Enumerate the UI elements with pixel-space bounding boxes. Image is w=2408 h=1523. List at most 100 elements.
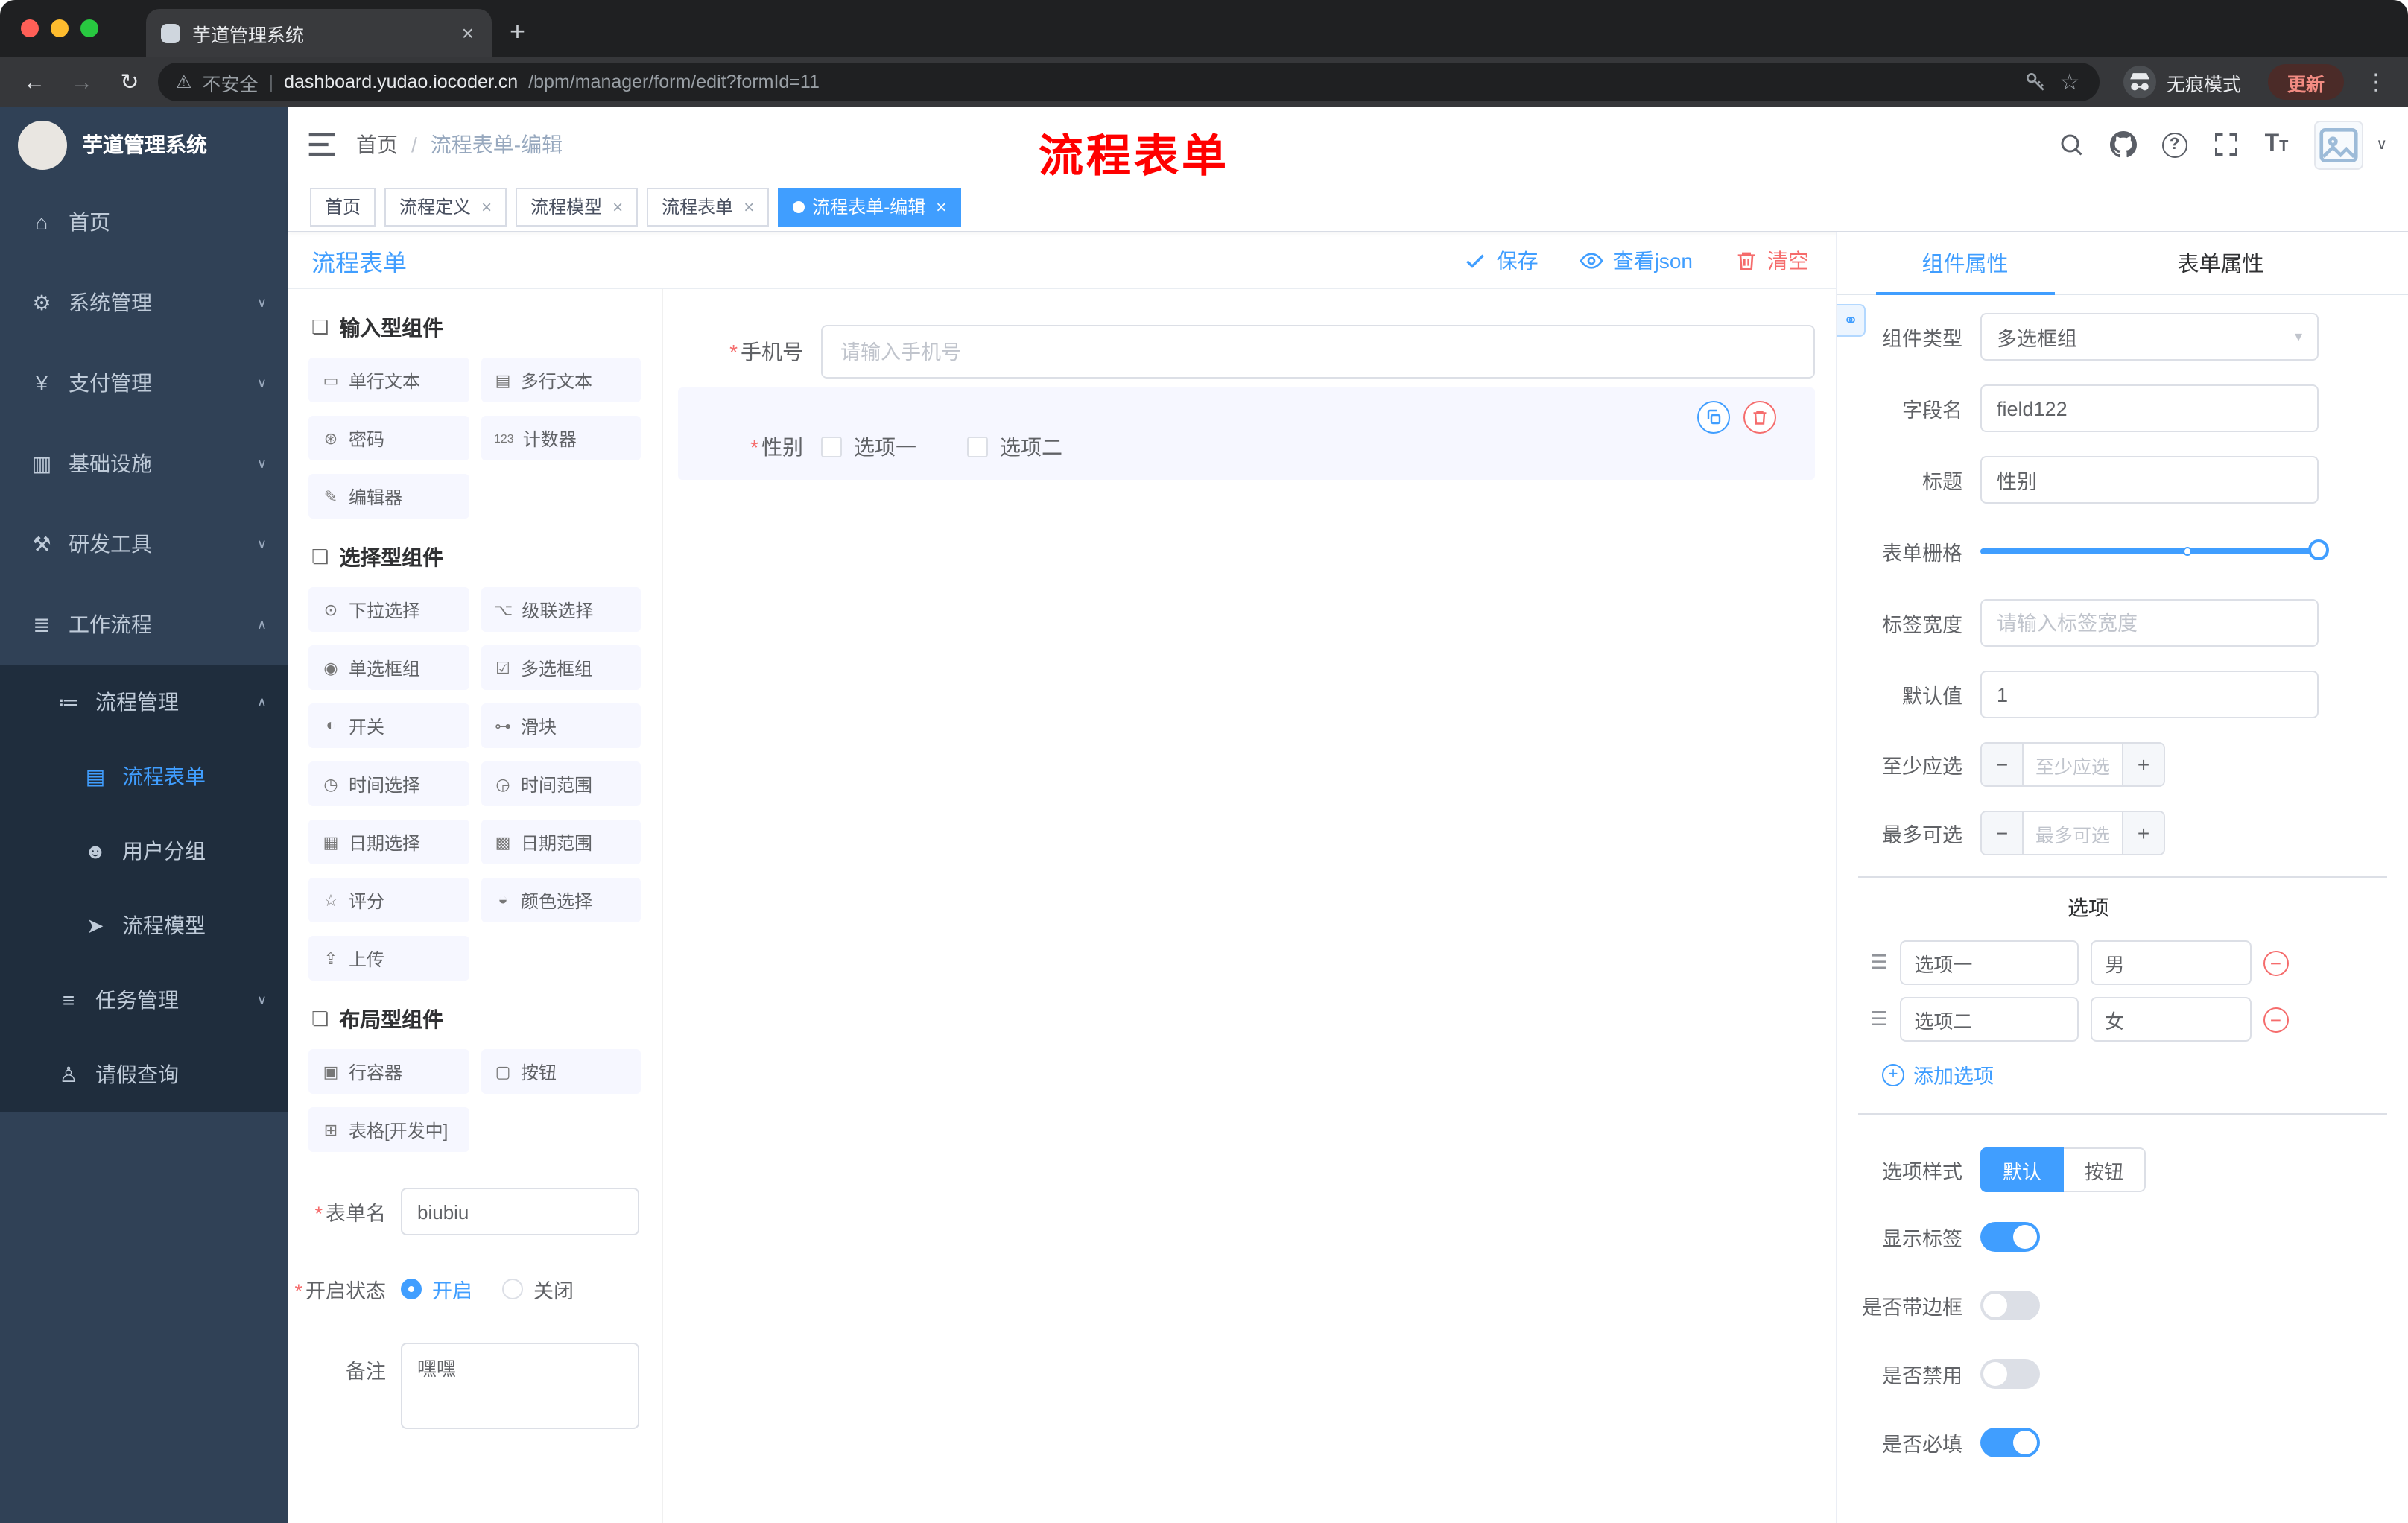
bookmark-star-icon[interactable]: ☆ xyxy=(2058,70,2082,95)
palette-item-color-picker[interactable]: ◒ 颜色选择 xyxy=(481,878,641,922)
option2-name-input[interactable] xyxy=(1899,997,2079,1042)
style-button-button[interactable]: 按钮 xyxy=(2064,1147,2146,1192)
tag-close-icon[interactable]: × xyxy=(481,196,492,217)
gender-checkbox-option1[interactable]: 选项一 xyxy=(821,432,916,462)
status-radio-on[interactable]: 开启 xyxy=(401,1274,472,1304)
avatar-caret-icon[interactable]: ∨ xyxy=(2376,136,2387,153)
fullscreen-icon[interactable] xyxy=(2213,131,2240,158)
tag-process-form-edit[interactable]: 流程表单-编辑 × xyxy=(778,187,962,226)
add-option-button[interactable]: + 添加选项 xyxy=(1882,1060,2319,1089)
palette-item-date-range[interactable]: ▩ 日期范围 xyxy=(481,820,641,864)
option-drag-icon[interactable]: ☰ xyxy=(1870,1007,1887,1031)
search-icon[interactable] xyxy=(2058,131,2085,158)
address-bar[interactable]: ⚠ 不安全 | dashboard.yudao.iocoder.cn/bpm/m… xyxy=(158,63,2100,101)
title-input[interactable] xyxy=(1980,456,2319,504)
breadcrumb-home[interactable]: 首页 xyxy=(356,130,398,159)
help-icon[interactable]: ? xyxy=(2161,132,2187,157)
sidebar-item-process-form[interactable]: ▤ 流程表单 xyxy=(0,739,288,814)
github-icon[interactable] xyxy=(2109,131,2137,158)
form-remark-textarea[interactable]: 嘿嘿 xyxy=(401,1343,639,1429)
option-drag-icon[interactable]: ☰ xyxy=(1870,951,1887,975)
palette-item-time-range[interactable]: ◶ 时间范围 xyxy=(481,762,641,806)
save-button[interactable]: 保存 xyxy=(1464,245,1539,275)
link-badge-icon[interactable]: ⚭ xyxy=(1837,304,1866,337)
copy-component-button[interactable] xyxy=(1697,401,1730,434)
tab-close-icon[interactable]: × xyxy=(459,21,477,45)
tag-close-icon[interactable]: × xyxy=(936,196,946,217)
palette-item-editor[interactable]: ✎ 编辑器 xyxy=(308,474,469,519)
sidebar-item-user-group[interactable]: ☻ 用户分组 xyxy=(0,814,288,888)
field-phone[interactable]: * 手机号 xyxy=(678,325,1815,379)
palette-item-cascader[interactable]: ⌥ 级联选择 xyxy=(481,587,641,632)
gender-checkbox-option2[interactable]: 选项二 xyxy=(967,432,1062,462)
font-size-icon[interactable]: TT xyxy=(2265,132,2289,156)
palette-item-checkbox-group[interactable]: ☑ 多选框组 xyxy=(481,645,641,690)
palette-item-rate[interactable]: ☆ 评分 xyxy=(308,878,469,922)
palette-item-row-container[interactable]: ▣ 行容器 xyxy=(308,1049,469,1094)
form-canvas[interactable]: * 手机号 请输入手机号 * 性别 选项一 选项二 xyxy=(663,289,1836,1523)
clear-button[interactable]: 清空 xyxy=(1734,245,1809,275)
increase-button[interactable]: + xyxy=(2122,812,2164,854)
slider-runway[interactable] xyxy=(1980,539,2329,560)
view-json-button[interactable]: 查看json xyxy=(1580,245,1693,275)
component-type-select[interactable]: 多选框组 ▾ xyxy=(1980,313,2319,361)
reload-button[interactable]: ↻ xyxy=(110,63,149,101)
sidebar-item-payment[interactable]: ¥ 支付管理 ∨ xyxy=(0,343,288,423)
tag-close-icon[interactable]: × xyxy=(612,196,623,217)
disabled-toggle[interactable] xyxy=(1980,1359,2040,1389)
tag-home[interactable]: 首页 xyxy=(310,187,376,226)
form-name-input[interactable] xyxy=(401,1188,639,1235)
sidebar-item-process-manage[interactable]: ≔ 流程管理 ∧ xyxy=(0,665,288,739)
field-gender-selected[interactable]: * 性别 选项一 选项二 xyxy=(678,387,1815,480)
option1-name-input[interactable] xyxy=(1899,940,2079,985)
browser-tab[interactable]: 芋道管理系统 × xyxy=(146,9,492,57)
close-window-button[interactable] xyxy=(21,19,39,37)
forward-button[interactable]: → xyxy=(63,63,101,101)
palette-item-multi-line-text[interactable]: ▤ 多行文本 xyxy=(481,358,641,402)
palette-item-password[interactable]: ⊛ 密码 xyxy=(308,416,469,460)
palette-item-upload[interactable]: ⇪ 上传 xyxy=(308,936,469,981)
browser-menu-icon[interactable]: ⋮ xyxy=(2365,69,2387,95)
show-label-toggle[interactable] xyxy=(1980,1222,2040,1252)
palette-item-dropdown[interactable]: ⊙ 下拉选择 xyxy=(308,587,469,632)
tag-process-model[interactable]: 流程模型 × xyxy=(516,187,639,226)
tag-process-form[interactable]: 流程表单 × xyxy=(647,187,770,226)
minimize-window-button[interactable] xyxy=(51,19,69,37)
checkbox[interactable] xyxy=(821,437,842,457)
back-button[interactable]: ← xyxy=(15,63,54,101)
palette-item-table[interactable]: ⊞ 表格[开发中] xyxy=(308,1107,469,1152)
sidebar-item-task-manage[interactable]: ≡ 任务管理 ∨ xyxy=(0,963,288,1037)
default-value-input[interactable] xyxy=(1980,671,2319,718)
sidebar-item-leave-query[interactable]: ♙ 请假查询 xyxy=(0,1037,288,1112)
style-default-button[interactable]: 默认 xyxy=(1980,1147,2065,1192)
passkey-icon[interactable] xyxy=(2024,70,2047,94)
sidebar-item-infra[interactable]: ▥ 基础设施 ∨ xyxy=(0,423,288,504)
min-select-value[interactable]: 至少应选 xyxy=(2024,744,2122,785)
palette-item-slider[interactable]: ⊶ 滑块 xyxy=(481,703,641,748)
increase-button[interactable]: + xyxy=(2122,744,2164,785)
palette-item-date-picker[interactable]: ▦ 日期选择 xyxy=(308,820,469,864)
tag-close-icon[interactable]: × xyxy=(744,196,754,217)
label-width-input[interactable] xyxy=(1980,599,2319,647)
status-radio-off[interactable]: 关闭 xyxy=(502,1274,574,1304)
delete-component-button[interactable] xyxy=(1743,401,1776,434)
field-name-input[interactable] xyxy=(1980,384,2319,432)
update-button[interactable]: 更新 xyxy=(2267,64,2344,100)
palette-item-time-picker[interactable]: ◷ 时间选择 xyxy=(308,762,469,806)
tag-process-definition[interactable]: 流程定义 × xyxy=(384,187,507,226)
palette-item-counter[interactable]: 123 计数器 xyxy=(481,416,641,460)
decrease-button[interactable]: − xyxy=(1982,812,2024,854)
new-tab-button[interactable]: + xyxy=(510,16,525,48)
checkbox[interactable] xyxy=(967,437,988,457)
zoom-window-button[interactable] xyxy=(80,19,98,37)
palette-item-single-line-text[interactable]: ▭ 单行文本 xyxy=(308,358,469,402)
tab-component-props[interactable]: 组件属性 xyxy=(1837,232,2093,295)
option1-value-input[interactable] xyxy=(2090,940,2252,985)
palette-item-radio-group[interactable]: ◉ 单选框组 xyxy=(308,645,469,690)
grid-slider[interactable] xyxy=(1980,528,2329,575)
sidebar-item-workflow[interactable]: ≣ 工作流程 ∧ xyxy=(0,584,288,665)
hamburger-icon[interactable] xyxy=(302,125,341,164)
with-border-toggle[interactable] xyxy=(1980,1291,2040,1320)
palette-item-switch[interactable]: ◐ 开关 xyxy=(308,703,469,748)
sidebar-item-devtools[interactable]: ⚒ 研发工具 ∨ xyxy=(0,504,288,584)
